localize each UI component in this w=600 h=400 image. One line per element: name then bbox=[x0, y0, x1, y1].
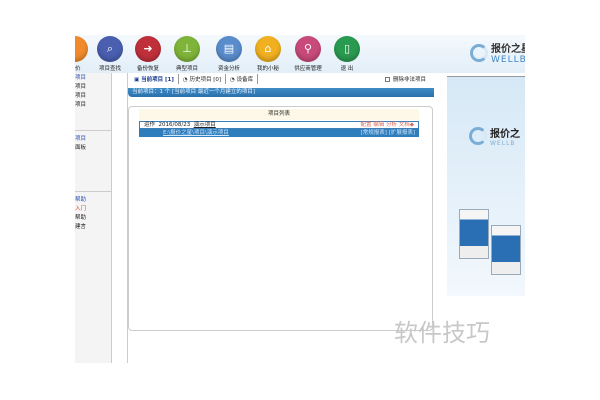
checkbox-icon bbox=[385, 77, 390, 82]
product-box-image bbox=[491, 225, 521, 275]
toolbar-exit[interactable]: ▯ 退 出 bbox=[327, 36, 367, 72]
sidebar-item[interactable]: 面板 bbox=[75, 143, 86, 151]
exit-icon: ▯ bbox=[334, 36, 360, 62]
sidebar-item[interactable]: 项目 bbox=[75, 100, 86, 108]
sidebar-item[interactable]: 帮助 bbox=[75, 195, 86, 203]
sidebar-item[interactable]: 项目 bbox=[75, 82, 86, 90]
supplier-search-icon: ⚲ bbox=[295, 36, 321, 62]
promo-logo: 报价之 WELLB bbox=[469, 125, 520, 147]
equipment-icon: ◔ bbox=[230, 77, 235, 83]
divider bbox=[75, 130, 112, 131]
home-icon: ⌂ bbox=[255, 36, 281, 62]
toolbar-supplier-management[interactable]: ⚲ 供应商管理 bbox=[288, 36, 328, 72]
search-project-icon: ⌕ bbox=[97, 36, 123, 62]
logo-icon bbox=[470, 43, 488, 62]
stamp-icon: ⊥ bbox=[174, 36, 200, 62]
document-analysis-icon: ▤ bbox=[216, 36, 242, 62]
sidebar-item[interactable]: 项目 bbox=[75, 73, 86, 81]
divider bbox=[75, 191, 112, 192]
table-row[interactable]: 运作 2016/08/23 演示项目 配置 编辑 分析 文档◆ bbox=[139, 121, 419, 129]
toolbar-my-assistant[interactable]: ⌂ 我的小秘 bbox=[248, 36, 288, 72]
watermark: 软件技巧 bbox=[394, 319, 490, 347]
quote-icon bbox=[75, 36, 88, 62]
promo-banner: 报价之 WELLB bbox=[447, 76, 525, 296]
toolbar-typical-project[interactable]: ⊥ 典型项目 bbox=[167, 36, 207, 72]
sidebar-item[interactable]: 项目 bbox=[75, 91, 86, 99]
tab-bar: ▣ 当前项目 [1] ◔ 历史项目 [0] ◔ 设备库 bbox=[130, 74, 259, 84]
project-actions[interactable]: 配置 编辑 分析 文档◆ bbox=[361, 122, 414, 129]
delete-illegal-checkbox[interactable]: 删除非法项目 bbox=[385, 75, 426, 83]
status-bar: 当前项目：1 个 [当前项目 最近一个月建立的项目] bbox=[128, 88, 434, 97]
project-list-title: 项目列表 bbox=[139, 109, 419, 120]
tab-current-projects[interactable]: ▣ 当前项目 [1] bbox=[130, 74, 179, 84]
backup-restore-icon: ➜ bbox=[135, 36, 161, 62]
toolbar-project-search[interactable]: ⌕ 项目查找 bbox=[90, 36, 130, 72]
monitor-icon: ▣ bbox=[134, 77, 140, 83]
project-path-link[interactable]: E:\报价之星\项目\演示项目 bbox=[163, 130, 229, 136]
toolbar-fund-analysis[interactable]: ▤ 资金分析 bbox=[209, 36, 249, 72]
tab-equipment-library[interactable]: ◔ 设备库 bbox=[226, 74, 259, 84]
logo-icon bbox=[469, 127, 487, 145]
product-box-image bbox=[459, 209, 489, 259]
toolbar-backup-restore[interactable]: ➜ 备份恢复 bbox=[128, 36, 168, 72]
sidebar: 项目 项目 项目 项目 项目 面板 帮助 入门 帮助 建言 bbox=[75, 73, 112, 363]
project-name-link[interactable]: 演示项目 bbox=[194, 122, 216, 128]
toolbar: 报价 ⌕项目查找 ➜备份恢复 ⊥典型项目 ▤资金分析 ⌂我的小秘 ⚲供应商管理 … bbox=[75, 35, 525, 73]
history-icon: ◔ bbox=[182, 77, 188, 83]
tab-history-projects[interactable]: ◔ 历史项目 [0] bbox=[179, 74, 227, 84]
sidebar-item[interactable]: 建言 bbox=[75, 222, 86, 230]
brand-logo: 报价之星WELLBI bbox=[470, 40, 525, 65]
project-list: 项目列表 运作 2016/08/23 演示项目 配置 编辑 分析 文档◆ E:\… bbox=[128, 106, 433, 331]
sidebar-item[interactable]: 帮助 bbox=[75, 213, 86, 221]
table-row-path[interactable]: E:\报价之星\项目\演示项目 [常规报表] [扩展报表] bbox=[139, 129, 419, 137]
sidebar-item[interactable]: 项目 bbox=[75, 134, 86, 142]
report-links[interactable]: [常规报表] [扩展报表] bbox=[361, 129, 415, 137]
sidebar-item[interactable]: 入门 bbox=[75, 204, 86, 212]
